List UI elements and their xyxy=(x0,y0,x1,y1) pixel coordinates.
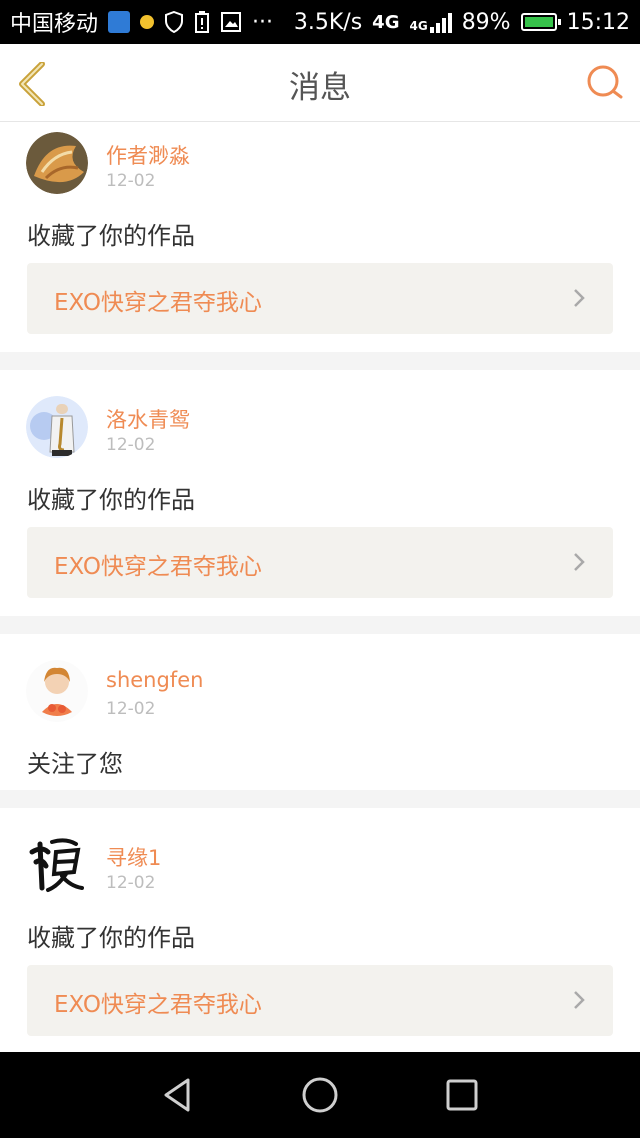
avatar[interactable] xyxy=(26,660,88,722)
username[interactable]: 寻缘1 xyxy=(106,842,161,872)
image-icon xyxy=(220,11,242,33)
signal-icon xyxy=(429,11,452,33)
recents-square-icon xyxy=(446,1079,478,1111)
nav-back-button[interactable] xyxy=(158,1076,196,1114)
chevron-right-icon xyxy=(574,289,585,307)
avatar[interactable] xyxy=(26,132,88,194)
battery-icon xyxy=(520,13,561,31)
username[interactable]: 作者渺淼 xyxy=(106,140,190,170)
avatar[interactable] xyxy=(26,396,88,458)
notification-dot-icon xyxy=(140,15,155,29)
action-text: 关注了您 xyxy=(27,750,123,778)
network-type-sub: 4G xyxy=(409,19,428,33)
more-indicator: ··· xyxy=(252,9,273,35)
back-triangle-icon xyxy=(164,1078,190,1112)
username[interactable]: 洛水青鸳 xyxy=(106,404,190,434)
search-icon xyxy=(587,65,623,99)
message-date: 12-02 xyxy=(106,435,156,455)
message-card[interactable]: 作者渺淼 12-02 收藏了你的作品 EXO快穿之君夺我心 xyxy=(0,122,640,352)
app-header: 消息 xyxy=(0,44,640,122)
chevron-right-icon xyxy=(574,991,585,1009)
page-title: 消息 xyxy=(289,70,351,106)
battery-fill xyxy=(524,17,553,27)
message-date: 12-02 xyxy=(106,873,156,893)
action-text: 收藏了你的作品 xyxy=(27,222,195,250)
network-type-main: 4G xyxy=(372,11,400,33)
system-nav-bar xyxy=(0,1052,640,1138)
action-text: 收藏了你的作品 xyxy=(27,486,195,514)
avatar[interactable] xyxy=(26,832,88,894)
work-link[interactable]: EXO快穿之君夺我心 xyxy=(27,263,613,334)
nav-recents-button[interactable] xyxy=(443,1076,481,1114)
username[interactable]: shengfen xyxy=(106,668,203,692)
message-feed: 作者渺淼 12-02 收藏了你的作品 EXO快穿之君夺我心 洛水青鸳 12-02… xyxy=(0,122,640,1052)
battery-percent: 89% xyxy=(461,9,511,35)
message-card[interactable]: 洛水青鸳 12-02 收藏了你的作品 EXO快穿之君夺我心 xyxy=(0,370,640,616)
home-circle-icon xyxy=(302,1077,338,1113)
wifi-hotspot-icon xyxy=(108,11,131,33)
clock: 15:12 xyxy=(566,9,630,35)
work-link[interactable]: EXO快穿之君夺我心 xyxy=(27,527,613,598)
message-card[interactable]: shengfen 12-02 关注了您 xyxy=(0,634,640,790)
work-title: EXO快穿之君夺我心 xyxy=(54,554,262,580)
work-title: EXO快穿之君夺我心 xyxy=(54,992,262,1018)
status-bar: 中国移动 ··· 3.5K/s 4G 4G 89% 15:12 xyxy=(0,0,640,44)
nav-home-button[interactable] xyxy=(301,1076,339,1114)
message-card[interactable]: 寻缘1 12-02 收藏了你的作品 EXO快穿之君夺我心 xyxy=(0,808,640,1052)
work-title: EXO快穿之君夺我心 xyxy=(54,290,262,316)
shield-icon xyxy=(164,11,184,33)
message-date: 12-02 xyxy=(106,171,156,191)
carrier-label: 中国移动 xyxy=(10,12,99,37)
search-button[interactable] xyxy=(586,64,624,102)
network-speed: 3.5K/s xyxy=(293,9,363,35)
battery-alert-icon xyxy=(194,10,210,34)
message-date: 12-02 xyxy=(106,699,156,719)
chevron-right-icon xyxy=(574,553,585,571)
work-link[interactable]: EXO快穿之君夺我心 xyxy=(27,965,613,1036)
action-text: 收藏了你的作品 xyxy=(27,924,195,952)
